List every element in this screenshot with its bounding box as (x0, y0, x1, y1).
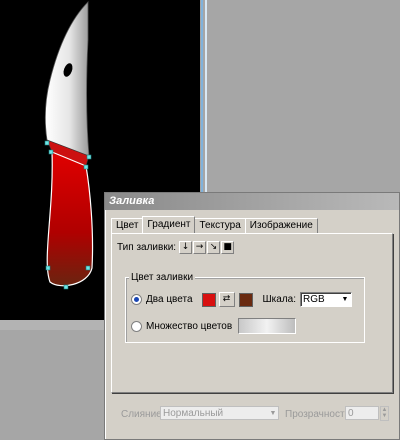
blend-label: Слияние: (121, 409, 165, 420)
fill-dialog: Заливка Цвет Градиент Текстура Изображен… (104, 192, 400, 440)
square-icon[interactable]: ■ (221, 240, 235, 254)
blend-select[interactable]: Нормальный ▼ (160, 406, 279, 420)
arrow-diagonal-icon[interactable]: ↘ (207, 240, 221, 254)
color2-swatch[interactable] (238, 292, 253, 307)
transparency-spinner[interactable]: ▲ ▼ (380, 406, 389, 421)
chevron-down-icon: ▼ (341, 296, 349, 303)
tab-texture[interactable]: Текстура (194, 218, 246, 233)
tab-image[interactable]: Изображение (244, 218, 318, 233)
two-colors-row: Два цвета ⇄ Шкала: RGB ▼ (131, 292, 352, 307)
arrow-down-icon[interactable]: ↓ (179, 240, 193, 254)
fill-type-row: Тип заливки: ↓ → ↘ ■ (117, 239, 235, 255)
transparency-input[interactable]: 0 (345, 406, 379, 420)
scale-label: Шкала: (262, 294, 297, 305)
knife-handle (46, 151, 94, 287)
scale-value: RGB (303, 294, 325, 305)
two-colors-radio[interactable] (131, 294, 142, 305)
transparency-value: 0 (348, 407, 354, 419)
transparency-label: Прозрачность: (285, 409, 353, 420)
two-colors-label: Два цвета (146, 294, 193, 305)
scale-select[interactable]: RGB ▼ (300, 292, 352, 307)
gradient-preview[interactable] (238, 318, 297, 334)
multi-colors-radio[interactable] (131, 320, 142, 332)
fill-color-group-title: Цвет заливки (129, 272, 196, 283)
tab-bar: Цвет Градиент Текстура Изображение (111, 216, 318, 233)
chevron-down-icon: ▼ (269, 409, 277, 417)
tab-gradient[interactable]: Градиент (142, 216, 196, 233)
swap-icon[interactable]: ⇄ (218, 292, 235, 307)
blend-value: Нормальный (163, 407, 224, 419)
multi-colors-label: Множество цветов (146, 320, 233, 332)
blend-bar: Слияние: Нормальный ▼ Прозрачность: 0 ▲ ▼ (105, 406, 400, 431)
multi-colors-row: Множество цветов (131, 318, 297, 334)
dialog-title[interactable]: Заливка (105, 193, 399, 210)
knife-blade (44, 1, 90, 157)
tab-color[interactable]: Цвет (111, 218, 144, 233)
fill-type-label: Тип заливки: (117, 241, 177, 253)
color1-swatch[interactable] (201, 292, 216, 307)
arrow-right-icon[interactable]: → (193, 240, 207, 254)
